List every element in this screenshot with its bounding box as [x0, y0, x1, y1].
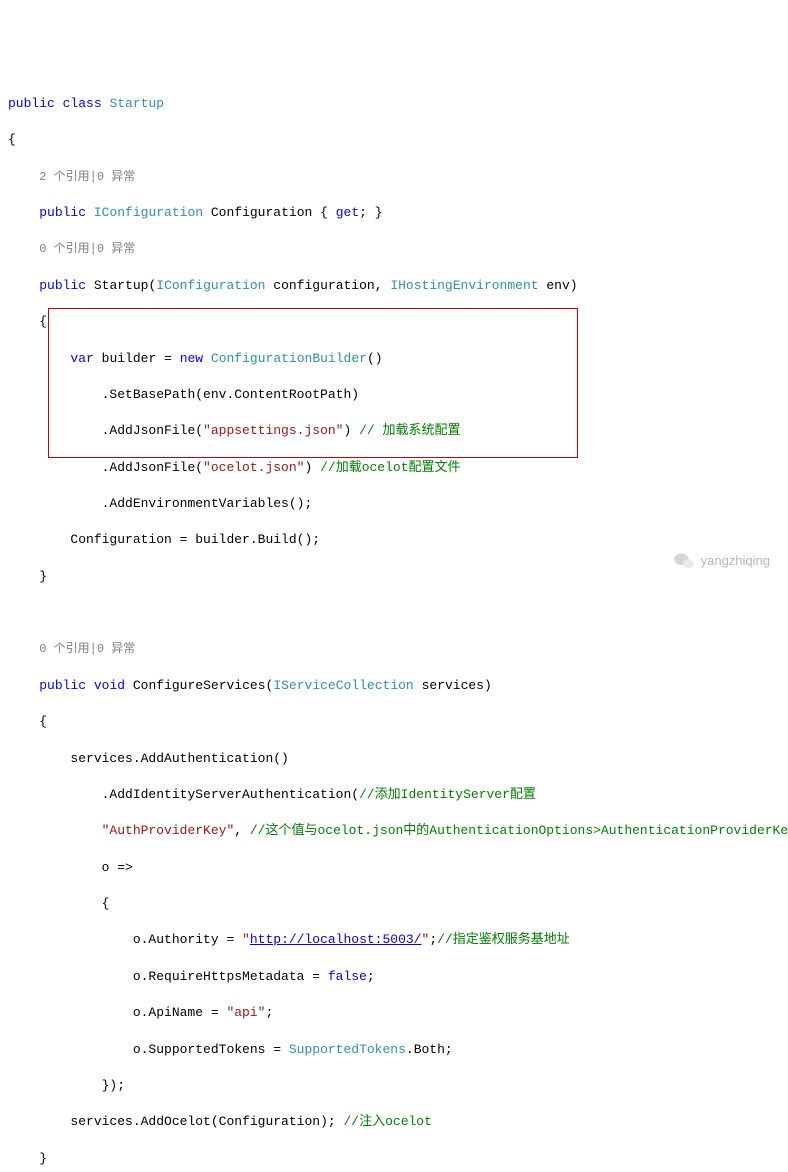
brace: } [8, 568, 780, 586]
addenv: .AddEnvironmentVariables(); [8, 495, 780, 513]
ctor-sig: public Startup(IConfiguration configurat… [8, 277, 780, 295]
apiname: o.ApiName = "api"; [8, 1004, 780, 1022]
brace: { [8, 313, 780, 331]
codelens: 0 个引用|0 异常 [8, 240, 780, 258]
addauth: services.AddAuthentication() [8, 750, 780, 768]
addocelot: services.AddOcelot(Configuration); //注入o… [8, 1113, 780, 1131]
wechat-icon [673, 552, 695, 570]
config-prop: public IConfiguration Configuration { ge… [8, 204, 780, 222]
authority: o.Authority = "http://localhost:5003/";/… [8, 931, 780, 949]
class-decl: public class Startup [8, 95, 780, 113]
addis: .AddIdentityServerAuthentication(//添加Ide… [8, 786, 780, 804]
authority-url[interactable]: http://localhost:5003/ [250, 932, 422, 947]
setbase: .SetBasePath(env.ContentRootPath) [8, 386, 780, 404]
codelens: 2 个引用|0 异常 [8, 168, 780, 186]
supported: o.SupportedTokens = SupportedTokens.Both… [8, 1041, 780, 1059]
builder-decl: var builder = new ConfigurationBuilder() [8, 350, 780, 368]
cfgservices-sig: public void ConfigureServices(IServiceCo… [8, 677, 780, 695]
brace: } [8, 1150, 780, 1168]
addjson1: .AddJsonFile("appsettings.json") // 加载系统… [8, 422, 780, 440]
watermark: yangzhiqing [673, 552, 770, 570]
reqhttps: o.RequireHttpsMetadata = false; [8, 968, 780, 986]
codelens: 0 个引用|0 异常 [8, 640, 780, 658]
watermark-text: yangzhiqing [701, 552, 770, 570]
lam-close: }); [8, 1077, 780, 1095]
lam-open: { [8, 895, 780, 913]
assign: Configuration = builder.Build(); [8, 531, 780, 549]
brace: { [8, 713, 780, 731]
blank [8, 604, 780, 622]
lambda: o => [8, 859, 780, 877]
brace: { [8, 131, 780, 149]
code-block: public class Startup { 2 个引用|0 异常 public… [8, 77, 780, 1172]
addjson2: .AddJsonFile("ocelot.json") //加载ocelot配置… [8, 459, 780, 477]
authkey: "AuthProviderKey", //这个值与ocelot.json中的Au… [8, 822, 780, 840]
